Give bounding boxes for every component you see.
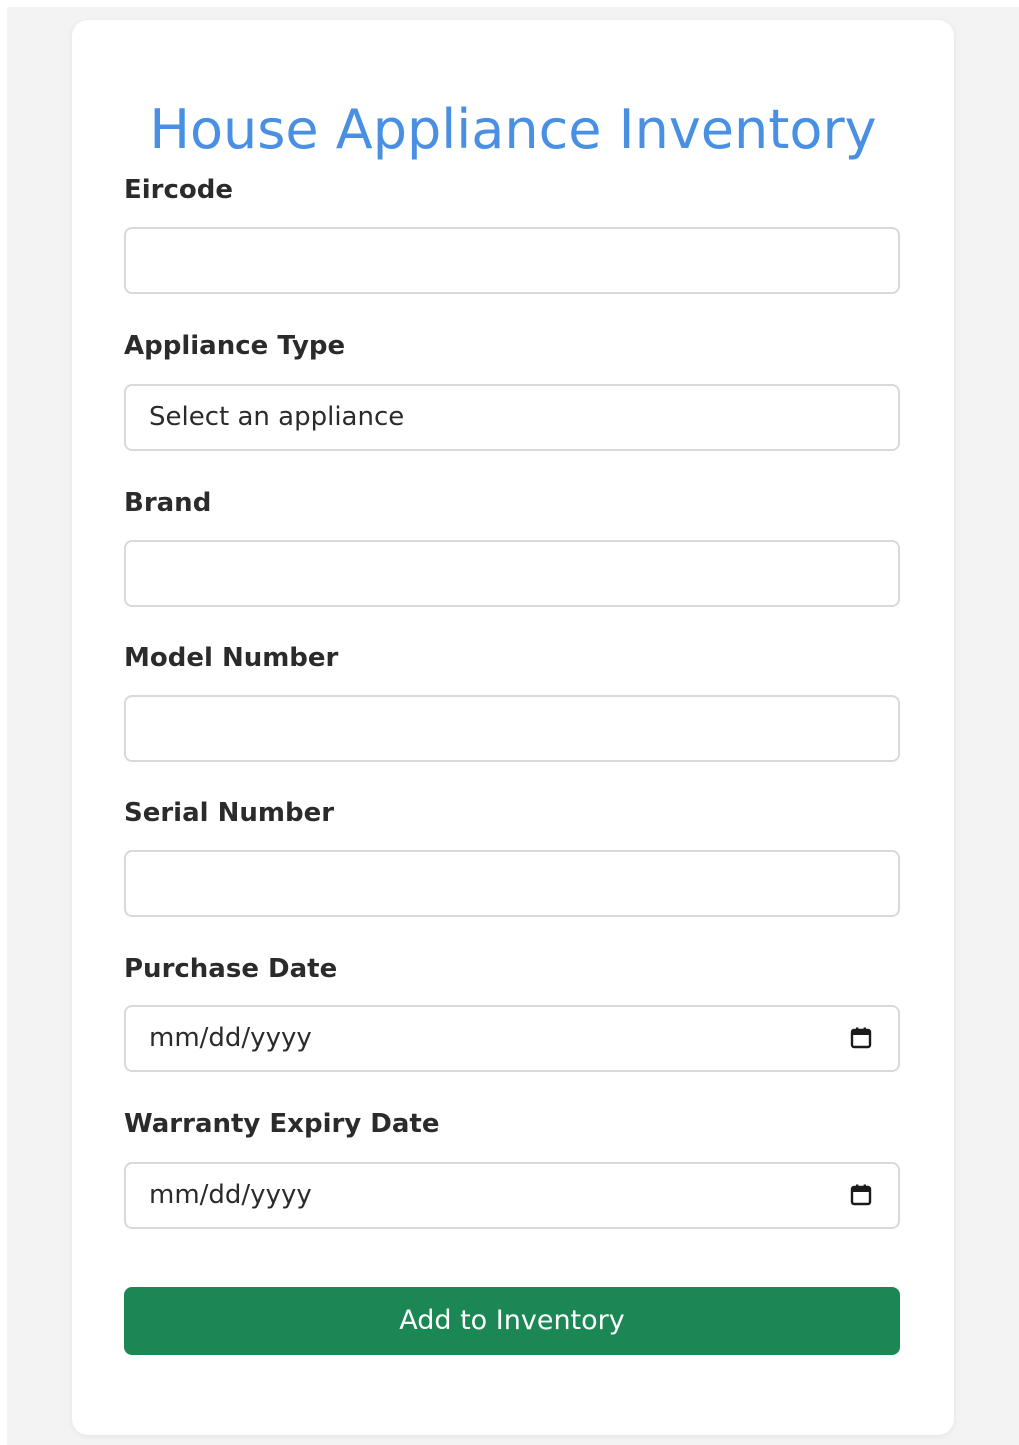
- calendar-icon[interactable]: [850, 1027, 872, 1049]
- purchase-date-placeholder: mm/dd/yyyy: [149, 1023, 312, 1053]
- eircode-input[interactable]: [124, 227, 900, 294]
- model-number-label: Model Number: [124, 643, 339, 673]
- eircode-label: Eircode: [124, 175, 234, 205]
- inventory-form-card: House Appliance Inventory Eircode Applia…: [72, 20, 954, 1435]
- purchase-date-label: Purchase Date: [124, 954, 338, 984]
- page-title: House Appliance Inventory: [149, 98, 877, 161]
- brand-label: Brand: [124, 488, 212, 518]
- appliance-type-selected: Select an appliance: [149, 402, 405, 432]
- appliance-type-label: Appliance Type: [124, 331, 346, 361]
- brand-input[interactable]: [124, 540, 900, 607]
- model-number-input[interactable]: [124, 695, 900, 762]
- purchase-date-input[interactable]: mm/dd/yyyy: [124, 1005, 900, 1072]
- warranty-expiry-date-label: Warranty Expiry Date: [124, 1109, 440, 1139]
- serial-number-input[interactable]: [124, 850, 900, 917]
- add-to-inventory-button[interactable]: Add to Inventory: [124, 1287, 900, 1355]
- calendar-icon[interactable]: [850, 1184, 872, 1206]
- serial-number-label: Serial Number: [124, 798, 335, 828]
- warranty-expiry-date-input[interactable]: mm/dd/yyyy: [124, 1162, 900, 1229]
- appliance-type-select[interactable]: Select an appliance: [124, 384, 900, 451]
- warranty-expiry-date-placeholder: mm/dd/yyyy: [149, 1180, 312, 1210]
